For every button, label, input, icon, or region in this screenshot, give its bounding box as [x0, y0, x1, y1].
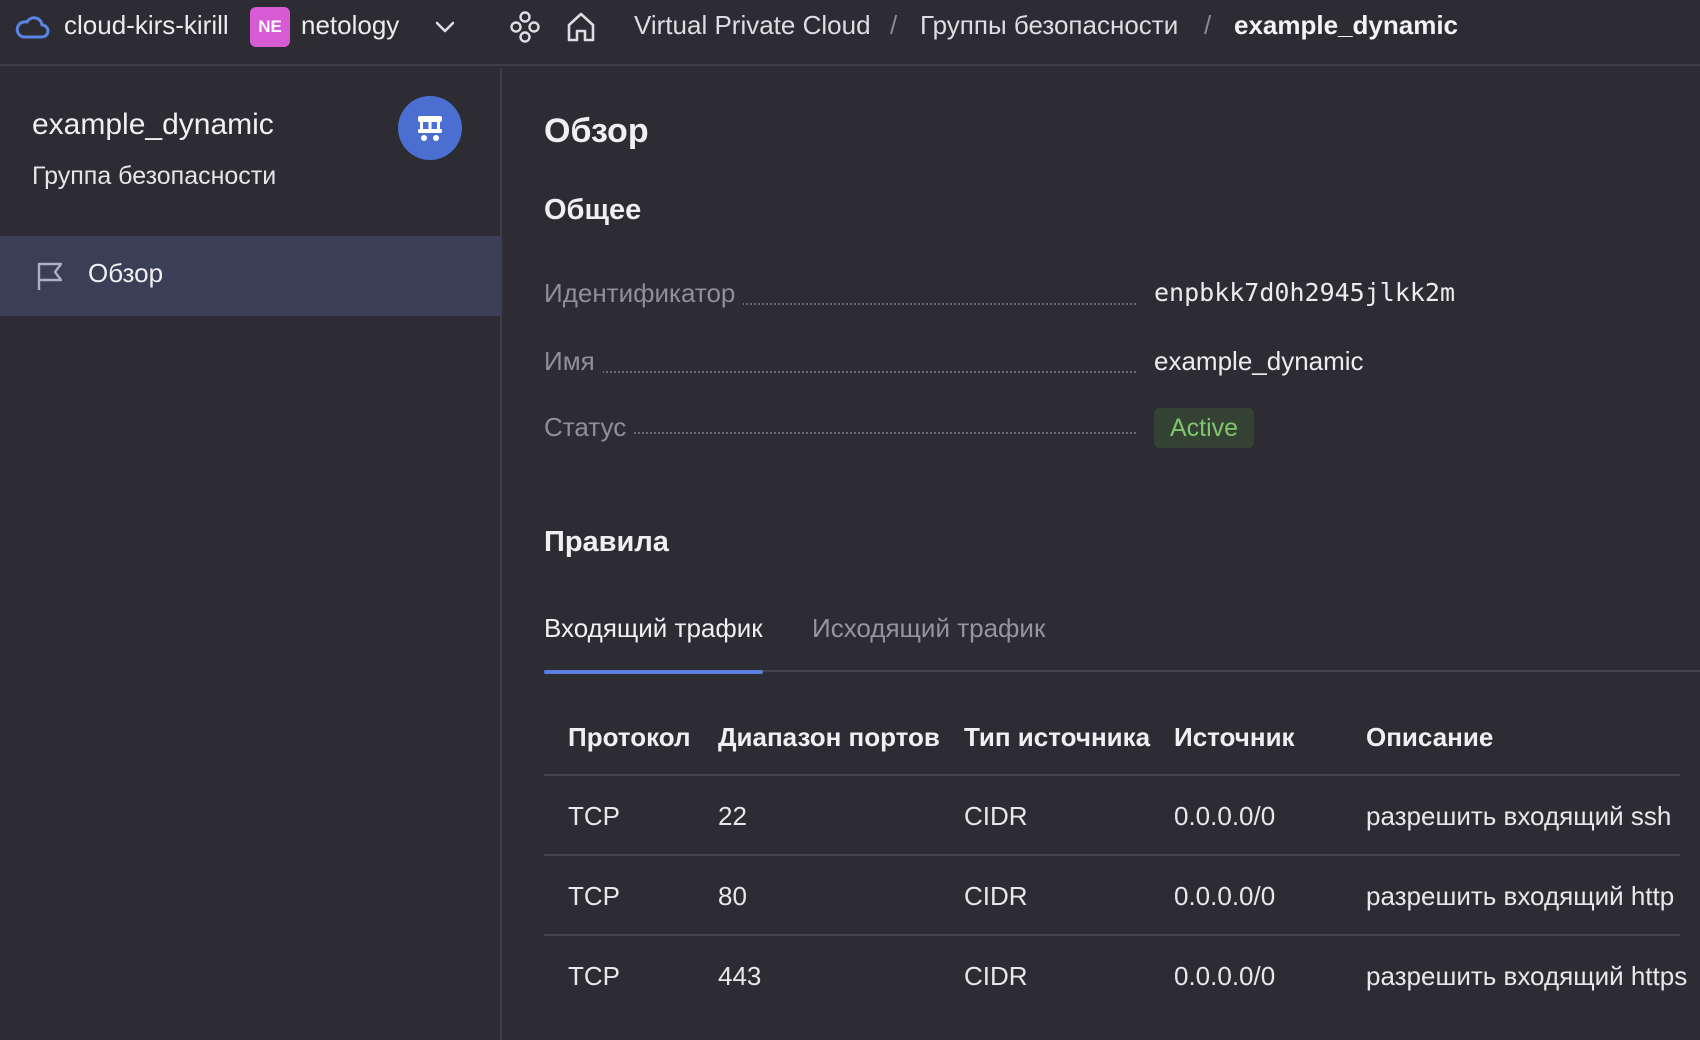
cell-source-type: CIDR — [964, 801, 1028, 831]
cell-source: 0.0.0.0/0 — [1174, 881, 1276, 911]
cell-port-range: 443 — [718, 961, 762, 991]
cell-port-range: 22 — [718, 801, 747, 831]
cell-source: 0.0.0.0/0 — [1174, 801, 1276, 831]
table-row[interactable]: TCP 80 CIDR 0.0.0.0/0 разрешить входящий… — [544, 856, 1680, 936]
cell-description: разрешить входящий http — [1366, 881, 1675, 911]
breadcrumb-current: example_dynamic — [1234, 10, 1459, 40]
cloud-name[interactable]: cloud-kirs-kirill — [64, 10, 229, 41]
prop-id-label: Идентификатор — [544, 278, 744, 309]
breadcrumb-separator: / — [890, 10, 898, 40]
prop-status: Статус Active — [544, 408, 1664, 448]
sidebar-item-overview[interactable]: Обзор — [0, 236, 502, 316]
column-header-source: Источник — [1174, 722, 1295, 752]
rules-tabs: Входящий трафик Исходящий трафик — [544, 608, 1700, 674]
sidebar-item-label: Обзор — [88, 258, 164, 288]
prop-name: Имя example_dynamic — [544, 342, 1664, 382]
sidebar: example_dynamic Группа безопасности Обзо… — [0, 68, 502, 1040]
cell-source-type: CIDR — [964, 881, 1028, 911]
prop-status-label: Статус — [544, 412, 635, 443]
org-name[interactable]: netology — [301, 10, 399, 41]
dotted-leader — [602, 371, 1136, 373]
column-header-source-type: Тип источника — [964, 722, 1151, 752]
cell-source: 0.0.0.0/0 — [1174, 961, 1276, 991]
table-row[interactable]: TCP 22 CIDR 0.0.0.0/0 разрешить входящий… — [544, 776, 1680, 856]
table-row[interactable]: TCP 443 CIDR 0.0.0.0/0 разрешить входящи… — [544, 936, 1687, 1016]
column-header-description: Описание — [1366, 722, 1494, 752]
column-header-protocol: Протокол — [568, 722, 691, 752]
cell-source-type: CIDR — [964, 961, 1028, 991]
status-badge: Active — [1154, 408, 1255, 448]
section-general-heading: Общее — [544, 194, 642, 226]
prop-name-value: example_dynamic — [1154, 346, 1364, 376]
main-content: Обзор Общее Идентификатор enpbkk7d0h2945… — [504, 68, 1700, 1040]
cell-protocol: TCP — [568, 801, 620, 831]
cell-port-range: 80 — [718, 881, 747, 911]
breadcrumb-separator: / — [1204, 10, 1212, 40]
chevron-down-icon[interactable] — [432, 14, 458, 40]
prop-id-value[interactable]: enpbkk7d0h2945jlkk2m — [1154, 278, 1455, 307]
resource-type: Группа безопасности — [32, 162, 277, 190]
breadcrumb-security-groups[interactable]: Группы безопасности — [920, 10, 1178, 41]
resource-title: example_dynamic — [32, 108, 274, 141]
page-title: Обзор — [544, 112, 649, 150]
table-header-row: Протокол Диапазон портов Тип источника И… — [544, 698, 1680, 776]
dotted-leader — [734, 303, 1136, 305]
prop-name-label: Имя — [544, 346, 603, 377]
section-rules-heading: Правила — [544, 526, 669, 558]
flag-icon — [37, 262, 63, 290]
cell-description: разрешить входящий ssh — [1366, 801, 1672, 831]
service-avatar — [398, 96, 462, 160]
tab-ingress[interactable]: Входящий трафик — [544, 608, 763, 674]
column-header-port-range: Диапазон портов — [718, 722, 940, 752]
rules-table: Протокол Диапазон портов Тип источника И… — [544, 698, 1687, 1016]
dotted-leader — [630, 432, 1136, 434]
nodes-icon[interactable] — [508, 9, 542, 45]
cell-description: разрешить входящий https — [1366, 961, 1688, 991]
top-bar: cloud-kirs-kirill NE netology Virtual Pr… — [0, 0, 1700, 66]
cell-protocol: TCP — [568, 961, 620, 991]
cloud-icon[interactable] — [14, 12, 50, 42]
network-icon — [418, 116, 442, 141]
tab-egress[interactable]: Исходящий трафик — [812, 608, 1045, 672]
org-badge[interactable]: NE — [250, 7, 290, 47]
cell-protocol: TCP — [568, 881, 620, 911]
prop-id: Идентификатор enpbkk7d0h2945jlkk2m — [544, 274, 1664, 314]
home-icon[interactable] — [564, 9, 598, 45]
breadcrumb-vpc[interactable]: Virtual Private Cloud — [634, 10, 871, 41]
